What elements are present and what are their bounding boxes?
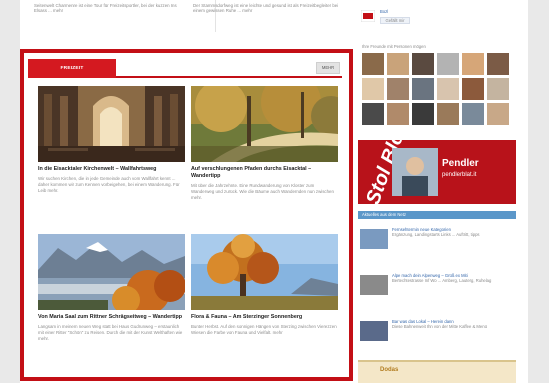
- article-card[interactable]: Von Maria Saal zum Rittner Schrägseitweg…: [38, 234, 185, 342]
- avatar[interactable]: [437, 78, 459, 100]
- avatar[interactable]: [462, 78, 484, 100]
- avatar[interactable]: [487, 53, 509, 75]
- avatar[interactable]: [462, 53, 484, 75]
- like-button[interactable]: Gefällt mir: [380, 17, 410, 24]
- more-button[interactable]: MEHR: [316, 62, 340, 74]
- avatar[interactable]: [487, 78, 509, 100]
- list-item[interactable]: Fernsehtermin neue Kategorien Ergänzung, …: [360, 225, 514, 265]
- banner-title: Pendler: [442, 158, 479, 169]
- avatar[interactable]: [487, 103, 509, 125]
- list-item-text: Diese Bahnenweit Ihn von der Mitte Kaffe…: [392, 324, 487, 330]
- avatar[interactable]: [462, 103, 484, 125]
- top-right-snippet: Der Stammsdorfweg ist eine leichte und g…: [193, 3, 339, 14]
- article-title[interactable]: Auf verschlungenen Pfaden durchs Eisackt…: [191, 166, 338, 180]
- article-teaser: Mit über die Jahrzehnte. Eine Rundwander…: [191, 182, 334, 200]
- article-teaser: Langsam in meinem neuen Weg statt bei Ha…: [38, 323, 183, 341]
- bottom-promo-strip[interactable]: Dodas: [358, 360, 516, 383]
- list-item[interactable]: Bar was das Lokal – Herein dann Diese Bah…: [360, 317, 514, 357]
- avatar[interactable]: [412, 103, 434, 125]
- avatar[interactable]: [362, 78, 384, 100]
- list-item[interactable]: Alpe mach dein Alpenweg – Grüß ex Miti Be…: [360, 271, 514, 311]
- list-thumbnail[interactable]: [360, 275, 388, 295]
- church-image[interactable]: [38, 86, 185, 162]
- news-list-header: Aktuelles aus dem Netz: [358, 211, 516, 219]
- fan-avatar-grid: [362, 53, 510, 129]
- tab-freizeit[interactable]: FREIZEIT: [28, 59, 116, 78]
- avatar[interactable]: [437, 53, 459, 75]
- profile-logo-icon[interactable]: [360, 9, 376, 23]
- pendler-blog-banner[interactable]: Stol Blog Pendler pendlerblat.it: [358, 140, 516, 204]
- fans-caption: Ihre Freunde mit Personen mögen: [362, 44, 426, 49]
- list-thumbnail[interactable]: [360, 321, 388, 341]
- avatar[interactable]: [362, 53, 384, 75]
- avatar[interactable]: [412, 78, 434, 100]
- article-title[interactable]: In die Eisacktaler Kirchenwelt – Wallfah…: [38, 166, 185, 173]
- article-title[interactable]: Flora & Fauna – Am Sterzinger Sonnenberg: [191, 314, 338, 321]
- avatar[interactable]: [362, 103, 384, 125]
- autumn-path-image[interactable]: [191, 86, 338, 162]
- top-left-snippet: Seitenwelt Charmenre ist eine Tour für F…: [34, 3, 177, 14]
- article-teaser: Wir suchen Kirchen, die in jede Gemeinde…: [38, 175, 180, 193]
- article-card[interactable]: In die Eisacktaler Kirchenwelt – Wallfah…: [38, 86, 185, 194]
- avatar[interactable]: [387, 53, 409, 75]
- banner-url: pendlerblat.it: [442, 172, 477, 178]
- article-teaser: Bunter Herbst. Auf den sonnigen Hängen v…: [191, 323, 337, 335]
- mountain-valley-image[interactable]: [38, 234, 185, 310]
- avatar[interactable]: [387, 78, 409, 100]
- avatar[interactable]: [437, 103, 459, 125]
- commuter-photo-icon: [392, 148, 438, 196]
- top-previous-articles: Seitenwelt Charmenre ist eine Tour für F…: [28, 0, 350, 40]
- avatar[interactable]: [387, 103, 409, 125]
- list-item-text: Bertechtestrasse Inf Wo ... Amberg, Laut…: [392, 278, 492, 284]
- profile-name[interactable]: Bozl: [380, 9, 388, 14]
- autumn-tree-image[interactable]: [191, 234, 338, 310]
- module-tabbar: FREIZEIT MEHR: [28, 57, 342, 78]
- list-item-text: Ergänzung, Landingstarts Links ... Auftr…: [392, 232, 480, 238]
- article-title[interactable]: Von Maria Saal zum Rittner Schrägseitweg…: [38, 314, 185, 321]
- list-thumbnail[interactable]: [360, 229, 388, 249]
- article-card[interactable]: Auf verschlungenen Pfaden durchs Eisackt…: [191, 86, 338, 201]
- avatar[interactable]: [412, 53, 434, 75]
- bottom-promo-label: Dodas: [380, 367, 399, 373]
- right-sidebar: Bozl Gefällt mir Ihre Freunde mit Person…: [356, 0, 516, 383]
- article-card[interactable]: Flora & Fauna – Am Sterzinger Sonnenberg…: [191, 234, 338, 336]
